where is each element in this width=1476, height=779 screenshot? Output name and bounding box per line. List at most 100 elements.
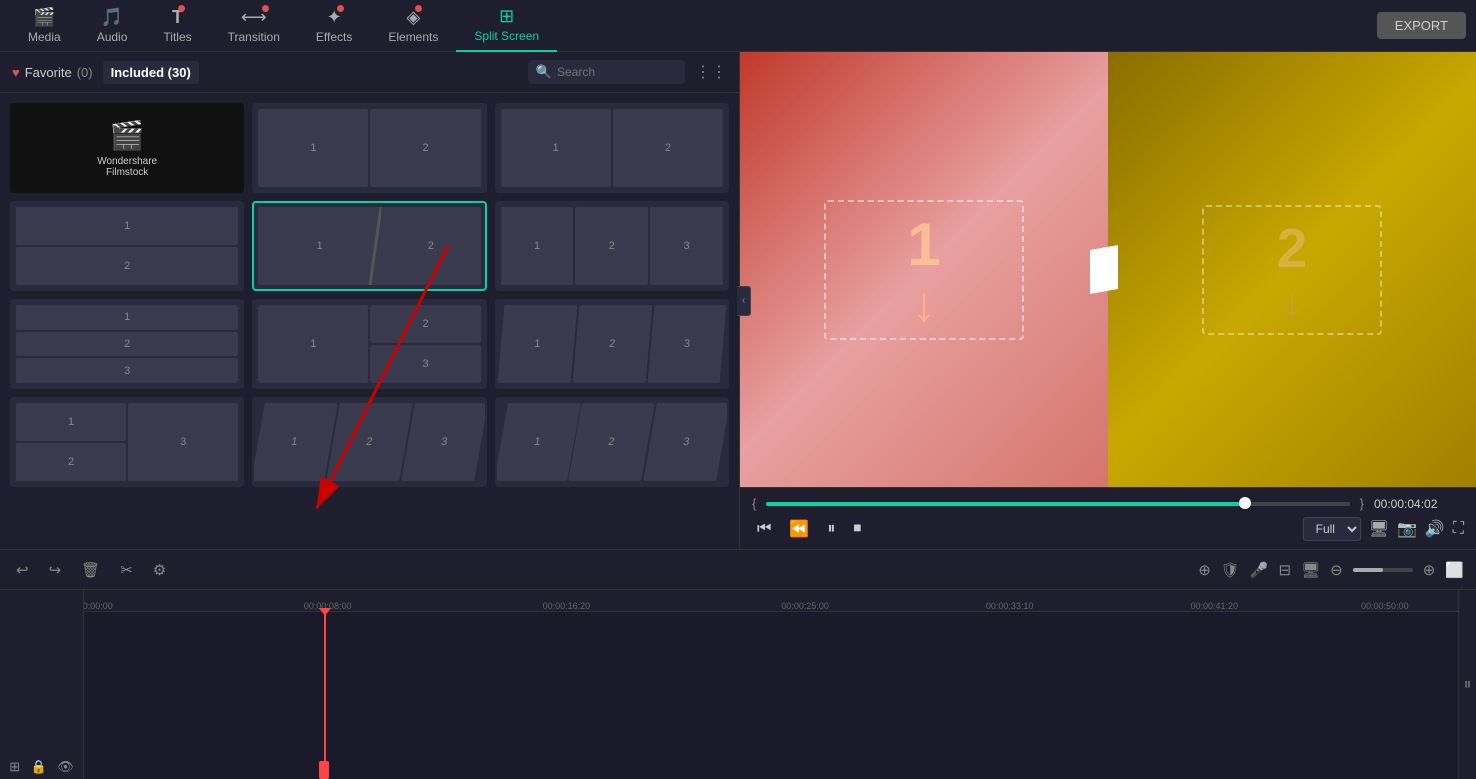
panel-collapse-tab[interactable]: ‹ [737,286,751,316]
nav-media-label: Media [28,30,61,44]
included-label: Included [111,65,164,80]
zoom-slider[interactable] [1353,568,1413,572]
nav-media[interactable]: 🎬 Media [10,0,79,52]
left-panel: ♥ Favorite (0) Included (30) 🔍 ⋮⋮ 🎬 Wond… [0,52,740,549]
shield-icon[interactable]: 🛡 [1221,561,1240,579]
go-to-start-button[interactable]: ⏮ [752,518,776,540]
split-2h-card-2[interactable]: 1 2 [495,103,729,193]
split-2h-card-1[interactable]: 1 2 [252,103,486,193]
fullscreen-icon[interactable]: ⛶ [1453,520,1464,538]
quality-selector[interactable]: Full 1/2 1/4 [1303,517,1361,541]
timeline-area: ↩ ↪ 🗑 ✂ ⚙ ⊕ 🛡 🎤 ⊟ 🖥 ⊖ ⊕ ⬜ ⊞ 🔒 👁 [0,549,1476,779]
cell-1: 1 [501,207,574,285]
split-2v-card[interactable]: 1 2 [10,201,244,291]
nav-elements-label: Elements [388,30,438,44]
search-input[interactable] [557,65,677,79]
lock-icon[interactable]: 🔒 [31,759,47,775]
zoom-in-icon[interactable]: ⊕ [1423,561,1436,579]
caption-icon[interactable]: ⊟ [1279,561,1292,579]
export-button[interactable]: EXPORT [1377,12,1466,39]
progress-bar-row: { } 00:00:04:02 [752,496,1464,511]
progress-bar[interactable] [766,502,1349,506]
nav-titles[interactable]: T Titles [145,0,209,52]
split-3diag-card-3[interactable]: 1 2 3 [495,397,729,487]
split-diag-card[interactable]: 1 2 [252,201,486,291]
timeline-tracks [84,612,1458,779]
timeline-toolbar: ↩ ↪ 🗑 ✂ ⚙ ⊕ 🛡 🎤 ⊟ 🖥 ⊖ ⊕ ⬜ [0,550,1476,590]
favorite-count: (0) [77,65,93,80]
filmstock-name-line1: Wondershare [97,156,157,167]
stop-button[interactable]: ⏹ [848,518,866,540]
monitor-icon[interactable]: 🖥 [1369,519,1389,539]
monitor2-icon[interactable]: 🖥 [1301,561,1320,579]
cell-1: 1 [16,305,238,330]
diag-cell-2: 2 [381,207,481,285]
grid-view-button[interactable]: ⋮⋮ [695,62,727,82]
nav-audio[interactable]: 🎵 Audio [79,0,146,52]
fit-icon[interactable]: ⬜ [1445,561,1464,579]
timeline-left-sidebar: ⊞ 🔒 👁 [0,590,84,779]
split-3h-card-1[interactable]: 1 2 3 [495,201,729,291]
split-3diag-card-2[interactable]: 1 2 3 [252,397,486,487]
search-box[interactable]: 🔍 [528,60,685,84]
split-3v-card-1[interactable]: 1 2 3 [10,299,244,389]
split-3diag-card-1[interactable]: 1 2 3 [495,299,729,389]
top-navigation: 🎬 Media 🎵 Audio T Titles ⟷ Transition ✦ … [0,0,1476,52]
zoom-out-icon[interactable]: ⊖ [1330,561,1343,579]
snap-icon[interactable]: ⊕ [1198,561,1211,579]
drop-zone-1: 1 ↓ [824,200,1024,340]
nav-elements[interactable]: ◈ Elements [370,0,456,52]
add-track-icon[interactable]: ⊞ [9,759,20,775]
favorite-label: Favorite [25,65,72,80]
main-layout: ♥ Favorite (0) Included (30) 🔍 ⋮⋮ 🎬 Wond… [0,52,1476,549]
nav-transition-label: Transition [228,30,280,44]
video-canvas: 1 ↓ 2 ↓ [740,52,1476,487]
undo-button[interactable]: ↩ [12,559,33,581]
grid-wrapper: 🎬 Wondershare Filmstock 1 2 1 2 [0,93,739,549]
camera-icon[interactable]: 📷 [1397,519,1417,539]
drop-number-2: 2 [1277,216,1308,280]
cell-1: 1 [252,403,338,481]
ruler-mark-6: 00:00:50:00 [1361,601,1409,611]
favorite-filter[interactable]: ♥ Favorite (0) [12,65,93,80]
nav-effects[interactable]: ✦ Effects [298,0,370,52]
mic-icon[interactable]: 🎤 [1250,561,1269,579]
volume-icon[interactable]: 🔊 [1425,519,1445,539]
cell-3: 3 [16,358,238,383]
pause-button[interactable]: ⏸ [822,518,840,540]
timeline-playhead[interactable] [324,612,326,779]
split-1left-2stack[interactable]: 1 2 3 [10,397,244,487]
cell-1: 1 [495,403,581,481]
nav-splitscreen-label: Split Screen [474,29,539,43]
drop-zone-2: 2 ↓ [1202,205,1382,335]
settings-button[interactable]: ⚙ [149,559,170,581]
ruler-mark-4: 00:00:33:10 [986,601,1034,611]
nav-transition[interactable]: ⟷ Transition [210,0,298,52]
cell-1: 1 [258,305,368,383]
right-control-icons: 🖥 📷 🔊 ⛶ [1369,519,1464,539]
nav-splitscreen[interactable]: ⊞ Split Screen [456,0,557,52]
split-left2-card[interactable]: 1 2 3 [252,299,486,389]
cut-button[interactable]: ✂ [116,559,137,581]
transition-icon: ⟷ [241,7,267,28]
delete-button[interactable]: 🗑 [77,559,104,581]
step-back-button[interactable]: ⏪ [784,517,814,541]
collapse-right-icon[interactable]: ⏸ [1459,677,1476,693]
redo-button[interactable]: ↪ [45,559,66,581]
filmstock-logo: 🎬 [110,119,145,152]
eye-icon[interactable]: 👁 [57,759,74,775]
timestamp-display: 00:00:04:02 [1374,497,1464,511]
split-screen-grid: 🎬 Wondershare Filmstock 1 2 1 2 [0,93,739,497]
cell-2: 2 [16,247,238,285]
cell-2: 2 [613,109,723,187]
filmstock-card[interactable]: 🎬 Wondershare Filmstock [10,103,244,193]
splitscreen-icon: ⊞ [499,6,514,27]
cell-2: 2 [572,305,652,383]
cell-3: 3 [650,207,723,285]
included-filter[interactable]: Included (30) [103,61,199,84]
filmstock-name-line2: Filmstock [106,167,148,178]
ruler-mark-3: 00:00:25:00 [781,601,829,611]
drop-arrow-1: ↓ [912,279,937,329]
progress-thumb [1239,497,1251,509]
cell-1: 1 [501,109,611,187]
